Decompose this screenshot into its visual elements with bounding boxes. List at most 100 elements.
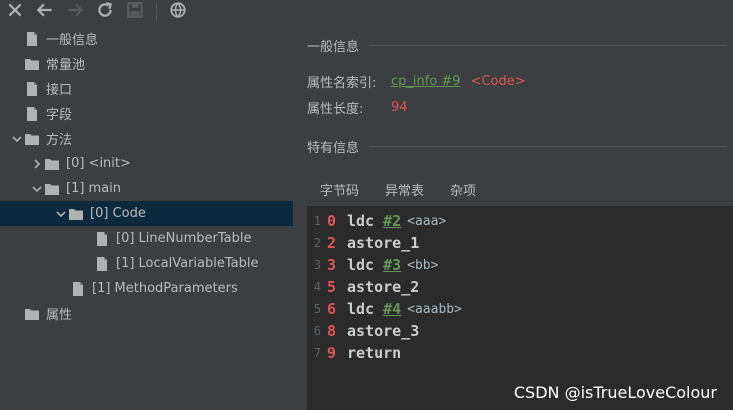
chevron-down-icon[interactable] <box>54 207 68 221</box>
constant-pool-ref-link[interactable]: #3 <box>383 256 401 274</box>
bytecode-line: 5 6 ldc #4 <aaabb> <box>307 298 462 320</box>
tree-item[interactable]: [0] <init> <box>0 151 293 176</box>
line-number: 6 <box>313 324 321 338</box>
section-divider <box>369 45 727 46</box>
web-button[interactable] <box>163 1 193 23</box>
constant-comment: <bb> <box>407 257 439 273</box>
tree-item-label: 一般信息 <box>46 33 99 48</box>
save-icon <box>126 1 144 23</box>
bytecode-line: 6 8 astore_3 <box>307 320 419 342</box>
save-button[interactable] <box>120 1 150 23</box>
folder-icon <box>44 156 60 172</box>
tree-item[interactable]: 方法 <box>0 126 293 151</box>
back-button[interactable] <box>30 1 60 23</box>
line-number: 5 <box>313 302 321 316</box>
tree-item-label: [0] LineNumberTable <box>116 231 252 246</box>
tree-item-label: [1] MethodParameters <box>92 281 238 296</box>
tree-item[interactable]: 常量池 <box>0 51 293 76</box>
tree-item[interactable]: 一般信息 <box>0 26 293 51</box>
tree-item[interactable]: 属性 <box>0 301 293 326</box>
folder-icon <box>24 306 40 322</box>
attr-name-link[interactable]: cp_info #9 <box>391 74 461 89</box>
tab-bytecode[interactable]: 字节码 <box>307 176 372 202</box>
detail-panel: 一般信息 属性名索引: cp_info #9 <Code> 属性长度: 94 特… <box>293 26 733 410</box>
constant-comment: <aaa> <box>407 213 447 229</box>
folder-icon <box>44 181 60 197</box>
tree-item-label: 常量池 <box>46 58 86 73</box>
close-icon <box>6 1 24 23</box>
back-arrow-icon <box>36 1 54 23</box>
folder-icon <box>68 206 84 222</box>
class-tree: 一般信息常量池接口字段方法 [0] <init> [1] main [0] Code [… <box>0 26 293 410</box>
opcode: ldc <box>347 212 375 230</box>
tree-item-label: 方法 <box>46 133 73 148</box>
tree-item-label: 属性 <box>46 308 73 323</box>
tree-item[interactable]: [1] main <box>0 176 293 201</box>
file-icon <box>24 81 40 97</box>
tree-item-label: [1] main <box>66 181 122 196</box>
constant-pool-ref-link[interactable]: #4 <box>383 300 401 318</box>
line-number: 7 <box>313 346 321 360</box>
opcode: ldc <box>347 300 375 318</box>
file-icon <box>70 281 86 297</box>
tree-item[interactable]: 接口 <box>0 76 293 101</box>
tree-item[interactable]: 字段 <box>0 101 293 126</box>
detail-tabs: 字节码 异常表 杂项 <box>307 176 489 202</box>
file-icon <box>24 31 40 47</box>
bytecode-panel[interactable]: 1 0 ldc #2 <aaa> 2 2 astore_1 3 3 ldc #3 <bb> 4 5 astor… <box>307 206 733 410</box>
constant-comment: <aaabb> <box>407 301 462 317</box>
general-info-title: 一般信息 <box>307 40 360 55</box>
folder-icon <box>24 56 40 72</box>
tree-item[interactable]: [1] MethodParameters <box>0 276 293 301</box>
bytecode-line: 2 2 astore_1 <box>307 232 419 254</box>
bytecode-line: 4 5 astore_2 <box>307 276 419 298</box>
bytecode-offset: 9 <box>327 344 337 362</box>
opcode: astore_3 <box>347 322 420 340</box>
tree-item[interactable]: [0] Code <box>0 201 293 226</box>
watermark: CSDN @isTrueLoveColour <box>513 383 717 402</box>
tree-item[interactable]: [1] LocalVariableTable <box>0 251 293 276</box>
file-icon <box>94 231 110 247</box>
chevron-right-icon[interactable] <box>30 157 44 171</box>
chevron-down-icon[interactable] <box>30 182 44 196</box>
refresh-button[interactable] <box>90 1 120 23</box>
line-number: 1 <box>313 214 321 228</box>
globe-icon <box>169 1 187 23</box>
attr-name-row: 属性名索引: cp_info #9 <Code> <box>307 72 526 91</box>
tab-misc[interactable]: 杂项 <box>437 176 489 202</box>
tree-item-label: [0] <init> <box>66 156 131 171</box>
file-icon <box>94 256 110 272</box>
opcode: astore_2 <box>347 278 420 296</box>
specific-info-header: 特有信息 <box>307 137 727 156</box>
forward-button[interactable] <box>60 1 90 23</box>
bytecode-offset: 2 <box>327 234 337 252</box>
close-button[interactable] <box>0 1 30 23</box>
bytecode-offset: 6 <box>327 300 337 318</box>
bytecode-line: 1 0 ldc #2 <aaa> <box>307 210 447 232</box>
specific-info-title: 特有信息 <box>307 141 360 156</box>
chevron-down-icon[interactable] <box>10 132 24 146</box>
bytecode-line: 7 9 return <box>307 342 401 364</box>
attr-name-label: 属性名索引: <box>307 76 377 91</box>
tree-item[interactable]: [0] LineNumberTable <box>0 226 293 251</box>
line-number: 2 <box>313 236 321 250</box>
toolbar-separator <box>156 3 157 21</box>
opcode: return <box>347 344 402 362</box>
line-number: 3 <box>313 258 321 272</box>
tab-exception-table[interactable]: 异常表 <box>372 176 437 202</box>
toolbar <box>0 0 733 24</box>
attr-length-row: 属性长度: 94 <box>307 98 408 117</box>
bytecode-offset: 5 <box>327 278 337 296</box>
opcode: astore_1 <box>347 234 420 252</box>
attr-name-value: <Code> <box>470 74 526 89</box>
opcode: ldc <box>347 256 375 274</box>
refresh-icon <box>96 1 114 23</box>
constant-pool-ref-link[interactable]: #2 <box>383 212 401 230</box>
line-number: 4 <box>313 280 321 294</box>
tree-item-label: 字段 <box>46 108 73 123</box>
